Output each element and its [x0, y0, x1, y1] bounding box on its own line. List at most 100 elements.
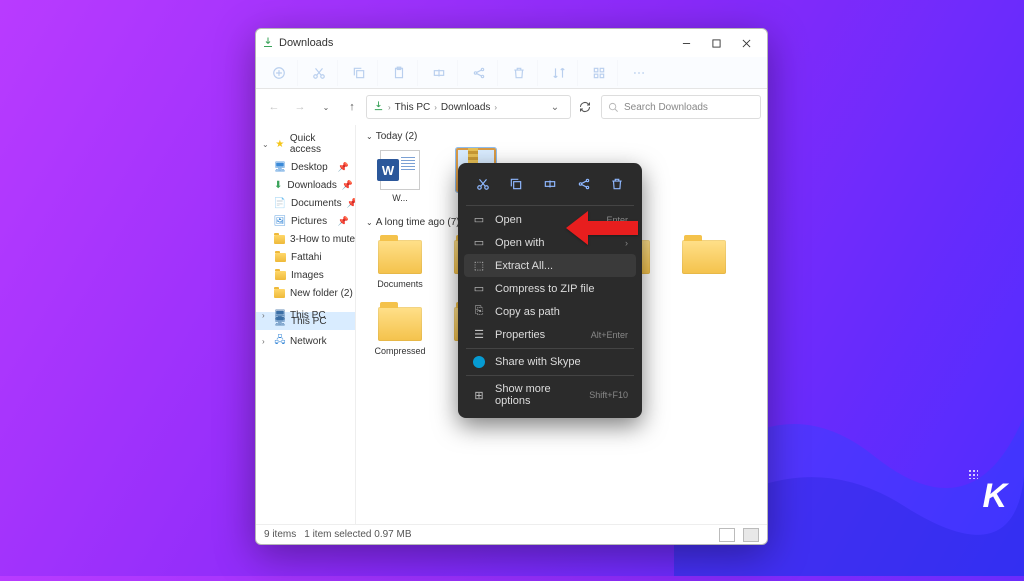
ctx-share-skype[interactable]: Share with Skype — [464, 351, 636, 373]
refresh-button[interactable] — [575, 95, 595, 119]
downloads-icon — [262, 36, 274, 51]
nav-pane: ⌄ ★ Quick access 🖥Desktop📌 ⬇Downloads📌 📄… — [256, 125, 356, 524]
copy-button[interactable] — [340, 60, 378, 86]
breadcrumb-downloads[interactable]: Downloads — [441, 102, 490, 113]
folder-icon — [274, 233, 285, 245]
ctx-cut-button[interactable] — [471, 173, 495, 195]
properties-icon: ☰ — [472, 328, 486, 341]
search-input[interactable]: Search Downloads — [601, 95, 761, 119]
downloads-icon: ⬇ — [274, 179, 282, 191]
address-dropdown[interactable]: ⌄ — [546, 102, 564, 113]
file-item-folder[interactable] — [676, 236, 732, 289]
maximize-button[interactable] — [701, 31, 731, 55]
nav-row: ← → ⌄ ↑ › This PC › Downloads › ⌄ Search… — [256, 89, 767, 125]
ctx-show-more[interactable]: ⊞Show more optionsShift+F10 — [464, 378, 636, 412]
open-icon: ▭ — [472, 213, 486, 226]
pin-icon: 📌 — [342, 180, 353, 191]
file-item-folder[interactable]: Compressed — [372, 303, 428, 356]
up-button[interactable]: ↑ — [340, 95, 364, 119]
folder-icon — [274, 251, 286, 263]
paste-button[interactable] — [380, 60, 418, 86]
skype-icon — [472, 356, 486, 368]
ctx-open-with[interactable]: ▭Open with› — [464, 231, 636, 254]
pin-icon: 📌 — [338, 162, 349, 173]
sidebar-item-documents[interactable]: 📄Documents📌 — [256, 194, 355, 212]
address-bar[interactable]: › This PC › Downloads › ⌄ — [366, 95, 571, 119]
downloads-icon — [373, 100, 384, 114]
command-bar — [256, 57, 767, 89]
search-icon — [608, 102, 619, 113]
sidebar-item-folder[interactable]: New folder (2) — [256, 284, 355, 302]
ctx-share-button[interactable] — [572, 173, 596, 195]
status-item-count: 9 items — [264, 529, 296, 540]
extract-icon: ⬚ — [472, 259, 486, 272]
sidebar-item-folder[interactable]: Images — [256, 266, 355, 284]
separator — [466, 205, 634, 206]
ctx-compress[interactable]: ▭Compress to ZIP file — [464, 277, 636, 300]
icons-view-button[interactable] — [743, 528, 759, 542]
ctx-copy-path[interactable]: ⎘Copy as path — [464, 300, 636, 323]
pictures-icon: 🖼 — [274, 215, 286, 227]
status-bar: 9 items 1 item selected 0.97 MB — [256, 524, 767, 544]
pc-icon: 🖥 — [274, 315, 286, 327]
ctx-properties[interactable]: ☰PropertiesAlt+Enter — [464, 323, 636, 346]
window-title: Downloads — [279, 37, 671, 49]
breadcrumb-this-pc[interactable]: This PC — [395, 102, 431, 113]
zip-icon: ▭ — [472, 282, 486, 295]
sidebar-item-this-pc-selected[interactable]: 🖥This PC — [256, 312, 355, 330]
back-button[interactable]: ← — [262, 95, 286, 119]
chevron-right-icon: › — [262, 337, 270, 346]
sidebar-item-downloads[interactable]: ⬇Downloads📌 — [256, 176, 355, 194]
separator — [466, 348, 634, 349]
folder-icon — [682, 240, 726, 274]
share-button[interactable] — [460, 60, 498, 86]
titlebar[interactable]: Downloads — [256, 29, 767, 57]
chevron-right-icon: › — [434, 103, 437, 112]
recent-dropdown[interactable]: ⌄ — [314, 95, 338, 119]
folder-icon — [378, 307, 422, 341]
folder-icon — [378, 240, 422, 274]
search-placeholder: Search Downloads — [624, 102, 708, 113]
sidebar-item-desktop[interactable]: 🖥Desktop📌 — [256, 158, 355, 176]
chevron-right-icon: › — [388, 103, 391, 112]
network-group[interactable]: ›🖧Network — [256, 332, 355, 350]
open-with-icon: ▭ — [472, 236, 486, 249]
minimize-button[interactable] — [671, 31, 701, 55]
cut-button[interactable] — [300, 60, 338, 86]
context-menu: ▭OpenEnter ▭Open with› ⬚Extract All... ▭… — [458, 163, 642, 418]
ctx-extract-all[interactable]: ⬚Extract All... — [464, 254, 636, 277]
copy-path-icon: ⎘ — [472, 305, 486, 318]
ctx-rename-button[interactable] — [538, 173, 562, 195]
details-view-button[interactable] — [719, 528, 735, 542]
star-icon: ★ — [274, 138, 286, 150]
more-button[interactable] — [620, 60, 658, 86]
delete-button[interactable] — [500, 60, 538, 86]
quick-access-group[interactable]: ⌄ ★ Quick access — [256, 130, 355, 158]
sidebar-item-pictures[interactable]: 🖼Pictures📌 — [256, 212, 355, 230]
rename-button[interactable] — [420, 60, 458, 86]
close-button[interactable] — [731, 31, 761, 55]
desktop-icon: 🖥 — [274, 161, 286, 173]
word-doc-icon: W — [380, 150, 420, 190]
sort-button[interactable] — [540, 60, 578, 86]
group-today[interactable]: ⌄Today (2) — [366, 131, 757, 142]
sidebar-item-folder[interactable]: 3-How to mute pe — [256, 230, 355, 248]
folder-icon — [274, 287, 285, 299]
file-item-word[interactable]: W W... — [372, 150, 428, 203]
more-icon: ⊞ — [472, 389, 486, 402]
documents-icon: 📄 — [274, 197, 286, 209]
ctx-delete-button[interactable] — [605, 173, 629, 195]
watermark-k: K — [982, 477, 1006, 516]
ctx-open[interactable]: ▭OpenEnter — [464, 208, 636, 231]
chevron-down-icon: ⌄ — [366, 132, 373, 141]
new-button[interactable] — [260, 60, 298, 86]
file-item-folder[interactable]: Documents — [372, 236, 428, 289]
status-selection: 1 item selected 0.97 MB — [304, 529, 411, 540]
quick-access-label: Quick access — [290, 133, 349, 155]
view-button[interactable] — [580, 60, 618, 86]
sidebar-item-folder[interactable]: Fattahi — [256, 248, 355, 266]
ctx-copy-button[interactable] — [504, 173, 528, 195]
forward-button[interactable]: → — [288, 95, 312, 119]
chevron-right-icon: › — [625, 238, 628, 248]
chevron-down-icon: ⌄ — [366, 218, 373, 227]
